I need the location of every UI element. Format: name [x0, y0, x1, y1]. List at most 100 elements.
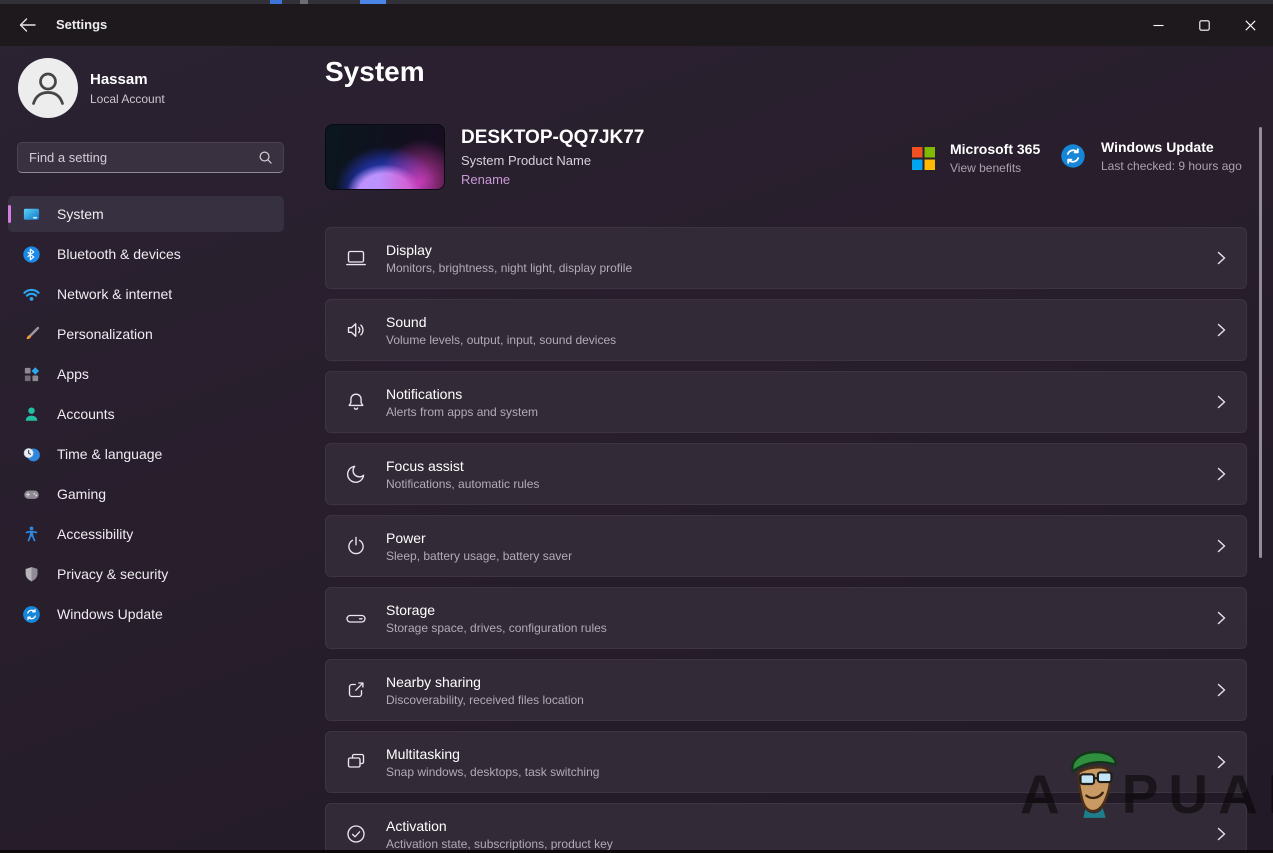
row-display[interactable]: Display Monitors, brightness, night ligh… [325, 227, 1247, 289]
sidebar-item-label: System [57, 206, 104, 222]
microsoft-logo [912, 147, 935, 170]
maximize-button[interactable] [1181, 4, 1227, 46]
titlebar: Settings [0, 4, 1273, 46]
desktop-edge-sliver [0, 0, 1273, 4]
row-title: Sound [386, 314, 616, 330]
row-subtitle: Discoverability, received files location [386, 693, 584, 707]
microsoft-365-card[interactable]: Microsoft 365 View benefits [912, 141, 1040, 175]
window-controls [1135, 4, 1273, 46]
row-title: Nearby sharing [386, 674, 584, 690]
chevron-right-icon [1215, 251, 1228, 266]
time-language-icon [22, 445, 41, 464]
sidebar-item-bluetooth-devices[interactable]: Bluetooth & devices [8, 236, 284, 272]
sidebar-item-system[interactable]: System [8, 196, 284, 232]
row-title: Storage [386, 602, 607, 618]
search-icon [258, 150, 273, 165]
row-sound[interactable]: Sound Volume levels, output, input, soun… [325, 299, 1247, 361]
desktop-sliver-bit [270, 0, 282, 4]
row-power[interactable]: Power Sleep, battery usage, battery save… [325, 515, 1247, 577]
chevron-right-icon [1215, 611, 1228, 626]
accounts-icon [22, 405, 41, 424]
windows-update-icon [1060, 143, 1086, 169]
power-icon [343, 533, 369, 559]
sidebar-item-personalization[interactable]: Personalization [8, 316, 284, 352]
sidebar-item-time-language[interactable]: Time & language [8, 436, 284, 472]
sidebar-item-gaming[interactable]: Gaming [8, 476, 284, 512]
windows-update-card[interactable]: Windows Update Last checked: 9 hours ago [1060, 139, 1242, 173]
back-arrow-icon [19, 18, 36, 32]
search-input[interactable] [18, 150, 258, 165]
close-button[interactable] [1227, 4, 1273, 46]
sidebar-item-apps[interactable]: Apps [8, 356, 284, 392]
minimize-button[interactable] [1135, 4, 1181, 46]
minimize-icon [1153, 20, 1164, 31]
desktop-sliver-bit [360, 0, 386, 4]
chevron-right-icon [1215, 323, 1228, 338]
chevron-right-icon [1215, 539, 1228, 554]
user-avatar[interactable] [18, 58, 78, 118]
sidebar-item-accessibility[interactable]: Accessibility [8, 516, 284, 552]
chevron-right-icon [1215, 395, 1228, 410]
device-info: DESKTOP-QQ7JK77 System Product Name Rena… [461, 124, 644, 190]
sidebar-item-network-internet[interactable]: Network & internet [8, 276, 284, 312]
back-button[interactable] [12, 12, 42, 38]
sound-icon [343, 317, 369, 343]
maximize-icon [1199, 20, 1210, 31]
sidebar-item-label: Windows Update [57, 606, 163, 622]
apps-icon [22, 365, 41, 384]
rename-link[interactable]: Rename [461, 172, 510, 187]
wu-subtitle: Last checked: 9 hours ago [1101, 159, 1242, 173]
sidebar-item-label: Personalization [57, 326, 153, 342]
check-circle-icon [343, 821, 369, 847]
row-subtitle: Activation state, subscriptions, product… [386, 837, 613, 851]
person-icon [18, 58, 78, 118]
user-account-type: Local Account [90, 92, 165, 106]
sidebar-item-label: Apps [57, 366, 89, 382]
row-nearby-sharing[interactable]: Nearby sharing Discoverability, received… [325, 659, 1247, 721]
row-subtitle: Monitors, brightness, night light, displ… [386, 261, 632, 275]
row-subtitle: Volume levels, output, input, sound devi… [386, 333, 616, 347]
row-activation[interactable]: Activation Activation state, subscriptio… [325, 803, 1247, 853]
user-name: Hassam [90, 71, 148, 88]
chevron-right-icon [1215, 683, 1228, 698]
settings-window: Settings Hassam Local Account [0, 0, 1273, 853]
settings-list: Display Monitors, brightness, night ligh… [325, 227, 1247, 853]
row-subtitle: Storage space, drives, configuration rul… [386, 621, 607, 635]
app-title: Settings [56, 17, 107, 32]
close-icon [1245, 20, 1256, 31]
bluetooth-icon [22, 245, 41, 264]
ms365-subtitle[interactable]: View benefits [950, 161, 1040, 175]
sidebar-item-accounts[interactable]: Accounts [8, 396, 284, 432]
sidebar-item-label: Network & internet [57, 286, 172, 302]
row-subtitle: Sleep, battery usage, battery saver [386, 549, 572, 563]
sidebar-item-label: Time & language [57, 446, 162, 462]
personalization-icon [22, 325, 41, 344]
moon-icon [343, 461, 369, 487]
wu-title: Windows Update [1101, 139, 1242, 155]
row-subtitle: Notifications, automatic rules [386, 477, 539, 491]
display-icon [343, 245, 369, 271]
scrollbar-thumb[interactable] [1259, 127, 1262, 558]
privacy-icon [22, 565, 41, 584]
sidebar-item-label: Accounts [57, 406, 115, 422]
sidebar-item-label: Accessibility [57, 526, 133, 542]
row-title: Power [386, 530, 572, 546]
row-multitasking[interactable]: Multitasking Snap windows, desktops, tas… [325, 731, 1247, 793]
multitask-icon [343, 749, 369, 775]
row-notifications[interactable]: Notifications Alerts from apps and syste… [325, 371, 1247, 433]
network-icon [22, 285, 41, 304]
row-title: Activation [386, 818, 613, 834]
chevron-right-icon [1215, 755, 1228, 770]
row-title: Display [386, 242, 632, 258]
storage-icon [343, 605, 369, 631]
row-storage[interactable]: Storage Storage space, drives, configura… [325, 587, 1247, 649]
sidebar-item-privacy-security[interactable]: Privacy & security [8, 556, 284, 592]
row-title: Notifications [386, 386, 538, 402]
row-title: Multitasking [386, 746, 599, 762]
page-title: System [325, 56, 425, 88]
row-subtitle: Alerts from apps and system [386, 405, 538, 419]
sidebar-item-windows-update[interactable]: Windows Update [8, 596, 284, 632]
row-focus-assist[interactable]: Focus assist Notifications, automatic ru… [325, 443, 1247, 505]
search-box[interactable] [17, 142, 284, 173]
accessibility-icon [22, 525, 41, 544]
